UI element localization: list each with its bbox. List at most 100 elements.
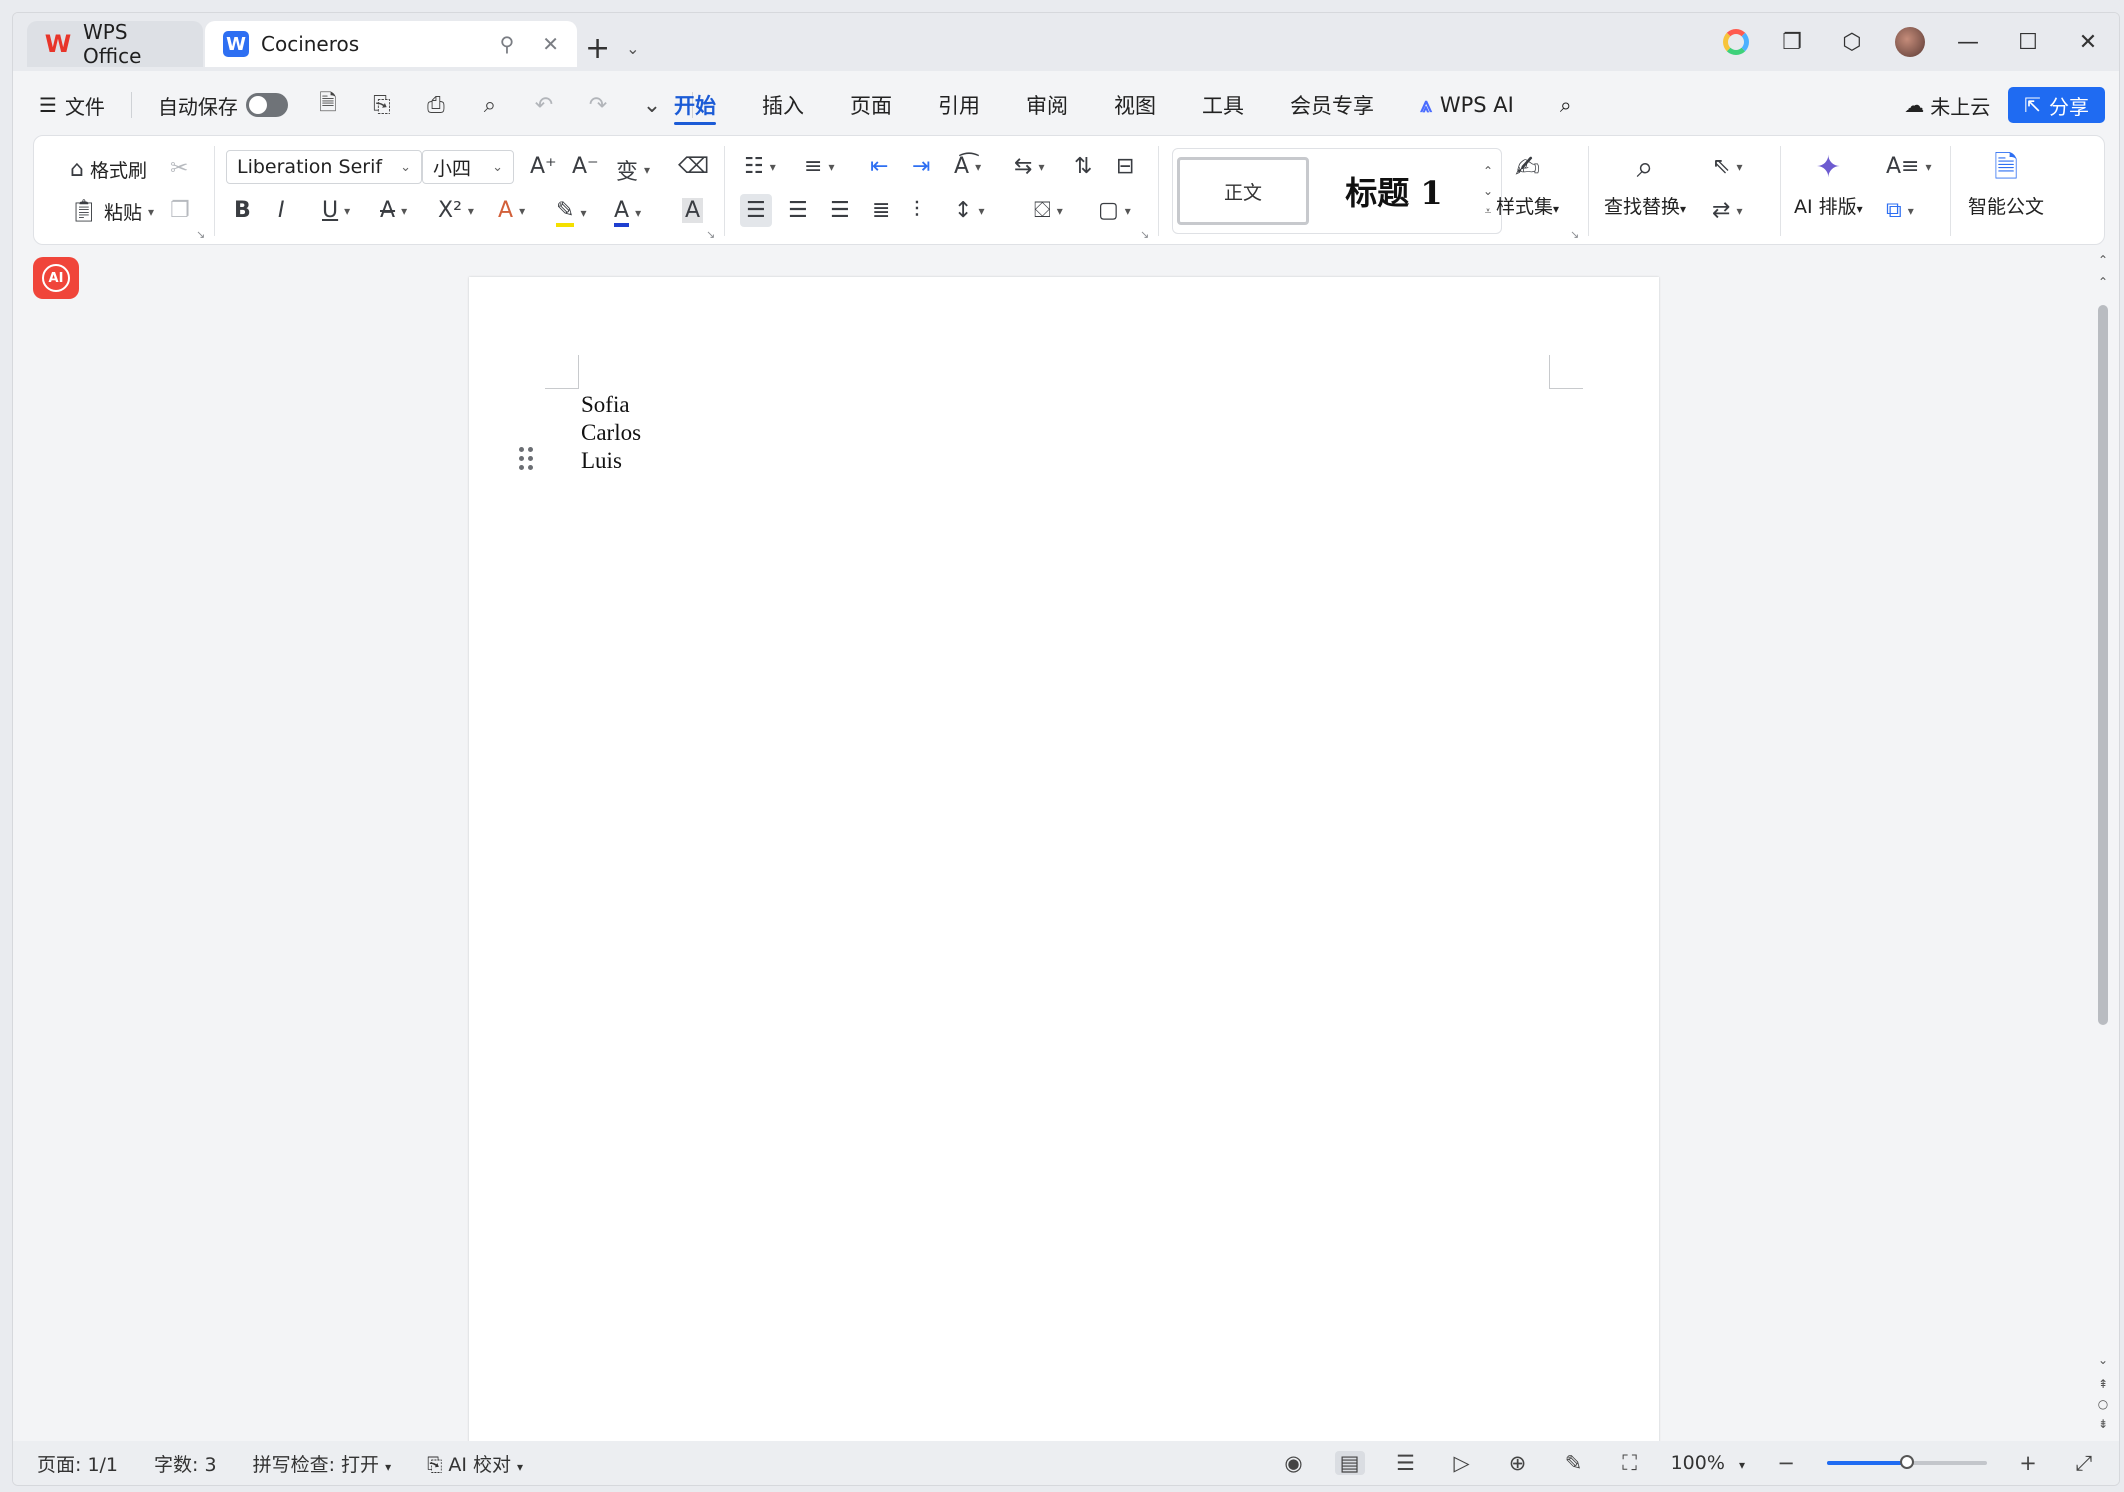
find-replace-button[interactable]: ⌕ 查找替换▾ xyxy=(1604,152,1686,219)
underline-button[interactable]: U ▾ xyxy=(322,198,350,223)
word-count[interactable]: 字数: 3 xyxy=(154,1450,217,1477)
phonetic-guide-button[interactable]: 变 ▾ xyxy=(616,154,650,186)
text-direction-button[interactable]: ⇆ ▾ xyxy=(1014,154,1044,179)
increase-indent-button[interactable]: ⇥ xyxy=(912,154,930,179)
grow-font-button[interactable]: A⁺ xyxy=(530,154,557,179)
strikethrough-button[interactable]: A ▾ xyxy=(380,198,407,223)
ai-layout-button[interactable]: ✦ AI 排版▾ xyxy=(1794,152,1863,219)
char-shading-button[interactable]: A xyxy=(682,198,704,223)
document-body[interactable]: Sofia Carlos Luis xyxy=(581,391,641,475)
pen-icon[interactable]: ✎ xyxy=(1559,1451,1589,1475)
scroll-down-icon[interactable]: ⌄ xyxy=(2095,1353,2111,1367)
tab-page[interactable]: 页面 xyxy=(827,85,915,125)
tab-insert[interactable]: 插入 xyxy=(739,85,827,125)
bold-button[interactable]: B xyxy=(234,198,251,223)
copy-button[interactable]: ❐ xyxy=(170,198,190,223)
align-right-button[interactable]: ☰ xyxy=(830,198,850,223)
scroll-top-icon[interactable]: ⌃ xyxy=(2095,253,2111,267)
align-center-button[interactable]: ☰ xyxy=(788,198,808,223)
document-page[interactable]: Sofia Carlos Luis xyxy=(469,277,1659,1457)
outline-view-icon[interactable]: ☰ xyxy=(1391,1451,1421,1475)
font-color-button[interactable]: A ▾ xyxy=(614,198,641,227)
styles-dialog-launcher[interactable]: ↘ xyxy=(1570,228,1579,241)
zoom-slider-knob[interactable] xyxy=(1900,1455,1914,1469)
expand-gallery-icon[interactable]: ⩡ xyxy=(1485,204,1492,219)
minimize-icon[interactable]: — xyxy=(1951,30,1985,55)
text-tools-button[interactable]: A≡ ▾ xyxy=(1886,154,1932,179)
distributed-button[interactable]: ⫶ xyxy=(914,198,920,223)
cut-button[interactable]: ✂ xyxy=(170,156,188,181)
print-icon[interactable]: ⎙ xyxy=(422,93,450,118)
bullets-button[interactable]: ☷ ▾ xyxy=(744,154,776,179)
zoom-level-select[interactable]: 100% ▾ xyxy=(1671,1452,1745,1474)
eye-icon[interactable]: ◉ xyxy=(1279,1451,1309,1475)
chinese-layout-button[interactable]: A͡ ▾ xyxy=(954,154,981,179)
format-painter-button[interactable]: ⌂ 格式刷 xyxy=(70,156,147,183)
font-name-select[interactable]: Liberation Serif ⌄ xyxy=(226,150,422,184)
pin-icon[interactable]: ⚲ xyxy=(500,32,515,56)
save-icon[interactable]: 🗎 xyxy=(314,86,342,124)
line-spacing-button[interactable]: ↕ ▾ xyxy=(954,198,984,223)
zoom-out-icon[interactable]: − xyxy=(1771,1451,1801,1475)
ai-floating-button[interactable]: AI xyxy=(33,257,79,299)
decrease-indent-button[interactable]: ⇤ xyxy=(870,154,888,179)
ai-proofread-button[interactable]: ⎘ AI 校对 ▾ xyxy=(427,1450,523,1477)
align-left-button[interactable]: ☰ xyxy=(740,194,772,227)
tab-view[interactable]: 视图 xyxy=(1091,85,1179,125)
spell-check-toggle[interactable]: 拼写检查: 打开 ▾ xyxy=(253,1450,392,1477)
tab-wps-ai[interactable]: ⩓ WPS AI xyxy=(1397,85,1537,125)
play-icon[interactable]: ▷ xyxy=(1447,1451,1477,1475)
document-line[interactable]: Sofia xyxy=(581,391,641,419)
close-window-icon[interactable]: ✕ xyxy=(2071,30,2105,55)
web-view-icon[interactable]: ⊕ xyxy=(1503,1451,1533,1475)
page-view-icon[interactable]: ▤ xyxy=(1334,1451,1365,1475)
print-preview-icon[interactable]: ⌕ xyxy=(476,93,504,118)
wps-ai-assistant-icon[interactable] xyxy=(1723,29,1749,55)
export-icon[interactable]: ⎘ xyxy=(368,93,396,118)
tab-tools[interactable]: 工具 xyxy=(1179,85,1267,125)
autosave-toggle[interactable] xyxy=(245,93,288,117)
show-marks-button[interactable]: ⊟ xyxy=(1116,154,1134,179)
scroll-up-icon[interactable]: ⌃ xyxy=(2095,275,2111,289)
tab-wps-office[interactable]: W WPS Office xyxy=(27,20,203,68)
chevron-up-icon[interactable]: ⌃ xyxy=(1483,164,1493,178)
close-icon[interactable]: ✕ xyxy=(542,32,559,56)
vertical-scrollbar[interactable]: ⌃ ⌃ ⌄ ⇞ ○ ⇟ xyxy=(2095,253,2111,1453)
previous-page-icon[interactable]: ⇞ xyxy=(2095,1377,2111,1391)
maximize-icon[interactable]: ☐ xyxy=(2011,30,2045,55)
tab-review[interactable]: 审阅 xyxy=(1003,85,1091,125)
fullscreen-icon[interactable]: ⤢ xyxy=(2069,1451,2099,1476)
cloud-status-button[interactable]: ☁ 未上云 xyxy=(1904,91,1990,120)
italic-button[interactable]: I xyxy=(278,198,285,223)
zoom-slider[interactable] xyxy=(1827,1455,1987,1469)
clear-format-button[interactable]: ⌫ xyxy=(678,154,709,179)
tab-home[interactable]: 开始 xyxy=(651,85,739,125)
autosave-toggle-group[interactable]: 自动保存 xyxy=(158,91,288,120)
paste-button[interactable]: 📋︎ 粘贴 ▾ xyxy=(70,198,154,225)
document-line[interactable]: Luis xyxy=(581,447,641,475)
fit-page-icon[interactable]: ⛶ xyxy=(1615,1451,1645,1476)
chevron-down-icon[interactable]: ⌄ xyxy=(626,39,639,58)
select-button[interactable]: ⇖ ▾ xyxy=(1712,154,1742,179)
chevron-down-icon[interactable]: ⌄ xyxy=(1483,184,1493,198)
smart-document-button[interactable]: 🗎 智能公文 xyxy=(1968,152,2044,219)
clipboard-dialog-launcher[interactable]: ↘ xyxy=(196,228,205,241)
cube-icon[interactable]: ⬡ xyxy=(1835,30,1869,55)
page-indicator[interactable]: 页面: 1/1 xyxy=(37,1450,118,1477)
document-line[interactable]: Carlos xyxy=(581,419,641,447)
zoom-in-icon[interactable]: + xyxy=(2013,1451,2043,1475)
style-set-button[interactable]: ✍ 样式集▾ xyxy=(1496,152,1559,219)
numbering-button[interactable]: ≡ ▾ xyxy=(804,154,834,179)
shapes-button[interactable]: ⧉ ▾ xyxy=(1886,198,1914,223)
scrollbar-thumb[interactable] xyxy=(2098,305,2108,1025)
justify-button[interactable]: ≣ xyxy=(872,198,890,223)
paragraph-dialog-launcher[interactable]: ↘ xyxy=(1140,228,1149,241)
tab-document[interactable]: W Cocineros ⚲ ✕ xyxy=(205,21,577,67)
font-size-select[interactable]: 小四 ⌄ xyxy=(422,150,514,184)
search-icon[interactable]: ⌕ xyxy=(1537,85,1595,125)
shrink-font-button[interactable]: A⁻ xyxy=(572,154,599,179)
shading-button[interactable]: ⛋ ▾ xyxy=(1034,198,1063,223)
borders-button[interactable]: ▢ ▾ xyxy=(1098,198,1131,223)
window-layout-icon[interactable]: ❐ xyxy=(1775,30,1809,55)
sort-button[interactable]: ⇅ xyxy=(1074,154,1092,179)
